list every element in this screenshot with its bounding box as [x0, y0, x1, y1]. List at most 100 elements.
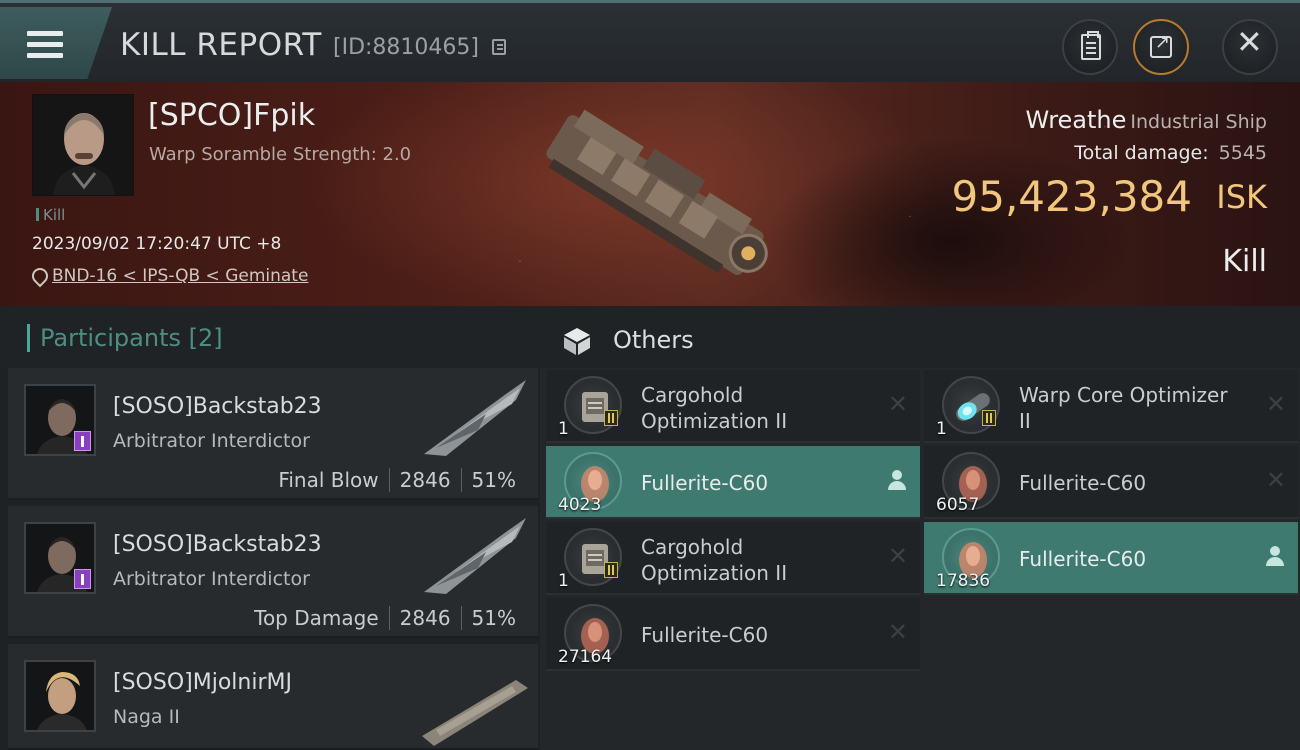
location-link[interactable]: BND-16 < IPS-QB < Geminate [52, 266, 308, 286]
item-row[interactable]: 17836 Fullerite-C60 [924, 522, 1298, 595]
isk-value: 95,423,384 [951, 172, 1192, 221]
participant-percent: 51% [471, 606, 516, 630]
item-row[interactable]: 1 Warp Core Optimizer II ✕ [924, 370, 1298, 443]
participant-name[interactable]: [SOSO]Backstab23 [113, 532, 322, 557]
participant-row[interactable]: [SOSO]Backstab23 Arbitrator Interdictor … [8, 506, 538, 638]
participant-ship: Arbitrator Interdictor [113, 568, 310, 590]
item-row[interactable]: 1 Cargohold Optimization II ✕ [546, 370, 920, 443]
victim-name[interactable]: [SPCO]Fpik [148, 98, 315, 133]
close-icon: ✕ [1236, 23, 1263, 61]
item-quantity: 17836 [936, 571, 991, 591]
person-icon [1266, 546, 1284, 566]
item-quantity: 27164 [558, 647, 613, 667]
participant-role: Final Blow [278, 468, 379, 492]
participant-percent: 51% [471, 468, 516, 492]
item-name-line1: Cargohold [641, 535, 744, 559]
participant-avatar[interactable] [24, 660, 96, 732]
item-row[interactable]: 4023 Fullerite-C60 [546, 446, 920, 519]
cube-icon [564, 328, 590, 355]
corp-badge-icon [74, 431, 91, 451]
clipboard-icon [1081, 31, 1101, 60]
page-title: KILL REPORT [120, 27, 322, 63]
victim-subtitle: Warp Soramble Strength: 2.0 [149, 144, 412, 165]
total-damage-label: Total damage: [1074, 142, 1209, 164]
kill-datetime: 2023/09/02 17:20:47 UTC +8 [32, 234, 282, 254]
share-icon [1150, 32, 1172, 58]
meta-level-icon [604, 562, 618, 578]
share-button[interactable] [1133, 19, 1189, 75]
item-name: Fullerite-C60 [1019, 471, 1147, 495]
participant-ship-image [424, 380, 526, 456]
item-name-line2: Optimization II [641, 561, 788, 585]
copy-icon[interactable] [492, 39, 506, 55]
item-name: Fullerite-C60 [641, 471, 769, 495]
others-panel: Others 1 Cargohold Optimization II ✕ 1 Wa… [540, 306, 1300, 750]
total-damage-value: 5545 [1218, 142, 1267, 164]
corp-badge-icon [74, 569, 91, 589]
participant-ship: Naga II [113, 706, 180, 728]
item-name-line2: II [1019, 409, 1031, 433]
destroyed-x-icon: ✕ [887, 618, 908, 646]
item-quantity: 6057 [936, 495, 980, 515]
item-quantity: 1 [936, 419, 947, 439]
item-name: Cargohold Optimization II [641, 534, 787, 586]
participant-name[interactable]: [SOSO]Backstab23 [113, 394, 322, 419]
item-name: Cargohold Optimization II [641, 382, 787, 434]
participant-ship-image [422, 680, 528, 746]
meta-level-icon [604, 410, 618, 426]
item-quantity: 1 [558, 571, 569, 591]
destroyed-x-icon: ✕ [887, 390, 908, 418]
participant-role: Top Damage [254, 606, 379, 630]
item-row[interactable]: 6057 Fullerite-C60 ✕ [924, 446, 1298, 519]
item-row[interactable]: 27164 Fullerite-C60 ✕ [546, 598, 920, 671]
participant-row[interactable]: [SOSO]Backstab23 Arbitrator Interdictor … [8, 368, 538, 500]
others-header: Others [540, 306, 1300, 368]
participant-stats: Final Blow 2846 51% [268, 468, 526, 492]
destroyed-x-icon: ✕ [1265, 466, 1286, 494]
menu-icon [27, 31, 63, 59]
meta-level-icon [982, 410, 996, 426]
close-button[interactable]: ✕ [1222, 19, 1278, 75]
item-quantity: 1 [558, 419, 569, 439]
isk-unit: ISK [1216, 178, 1267, 216]
participants-header: Participants [2] [0, 306, 540, 366]
ship-type: Wreathe [1025, 106, 1127, 134]
participant-stats: Top Damage 2846 51% [244, 606, 526, 630]
item-name-line1: Cargohold [641, 383, 744, 407]
item-quantity: 4023 [558, 495, 602, 515]
participants-label: Participants [2] [40, 324, 223, 352]
victim-avatar[interactable] [32, 94, 134, 196]
result-label: Kill [1222, 244, 1267, 279]
clipboard-button[interactable] [1062, 19, 1118, 75]
pin-icon [32, 268, 44, 284]
total-damage: Total damage: 5545 [1074, 142, 1267, 164]
participant-row[interactable]: [SOSO]MjolnirMJ Naga II [8, 644, 538, 750]
participants-panel: Participants [2] [SOSO]Backstab23 Arbitr… [0, 306, 540, 750]
ship-class: Industrial Ship [1130, 111, 1267, 133]
destroyed-x-icon: ✕ [1265, 390, 1286, 418]
top-bar: KILL REPORT [ID:8810465] ✕ [0, 0, 1300, 82]
section-accent-bar [27, 324, 30, 352]
person-icon [888, 470, 906, 490]
item-row[interactable]: 1 Cargohold Optimization II ✕ [546, 522, 920, 595]
participant-avatar[interactable] [24, 384, 96, 456]
kill-banner: [SPCO]Fpik Warp Soramble Strength: 2.0 K… [0, 82, 1300, 306]
report-id: [ID:8810465] [333, 35, 479, 60]
kill-location[interactable]: BND-16 < IPS-QB < Geminate [32, 266, 308, 286]
participant-ship-image [424, 518, 526, 594]
participant-damage: 2846 [399, 468, 451, 492]
participant-ship: Arbitrator Interdictor [113, 430, 310, 452]
item-name-line1: Warp Core Optimizer [1019, 383, 1228, 407]
participant-name[interactable]: [SOSO]MjolnirMJ [113, 670, 292, 695]
kill-tag: Kill [36, 206, 65, 224]
others-label: Others [613, 326, 694, 354]
participant-avatar[interactable] [24, 522, 96, 594]
destroyed-x-icon: ✕ [887, 542, 908, 570]
item-name-line2: Optimization II [641, 409, 788, 433]
participant-damage: 2846 [399, 606, 451, 630]
menu-button[interactable] [0, 7, 112, 79]
victim-ship-image [546, 109, 768, 275]
ship-name[interactable]: Wreathe Industrial Ship [1026, 106, 1267, 134]
item-name: Fullerite-C60 [641, 623, 769, 647]
item-name: Warp Core Optimizer II [1019, 382, 1228, 434]
